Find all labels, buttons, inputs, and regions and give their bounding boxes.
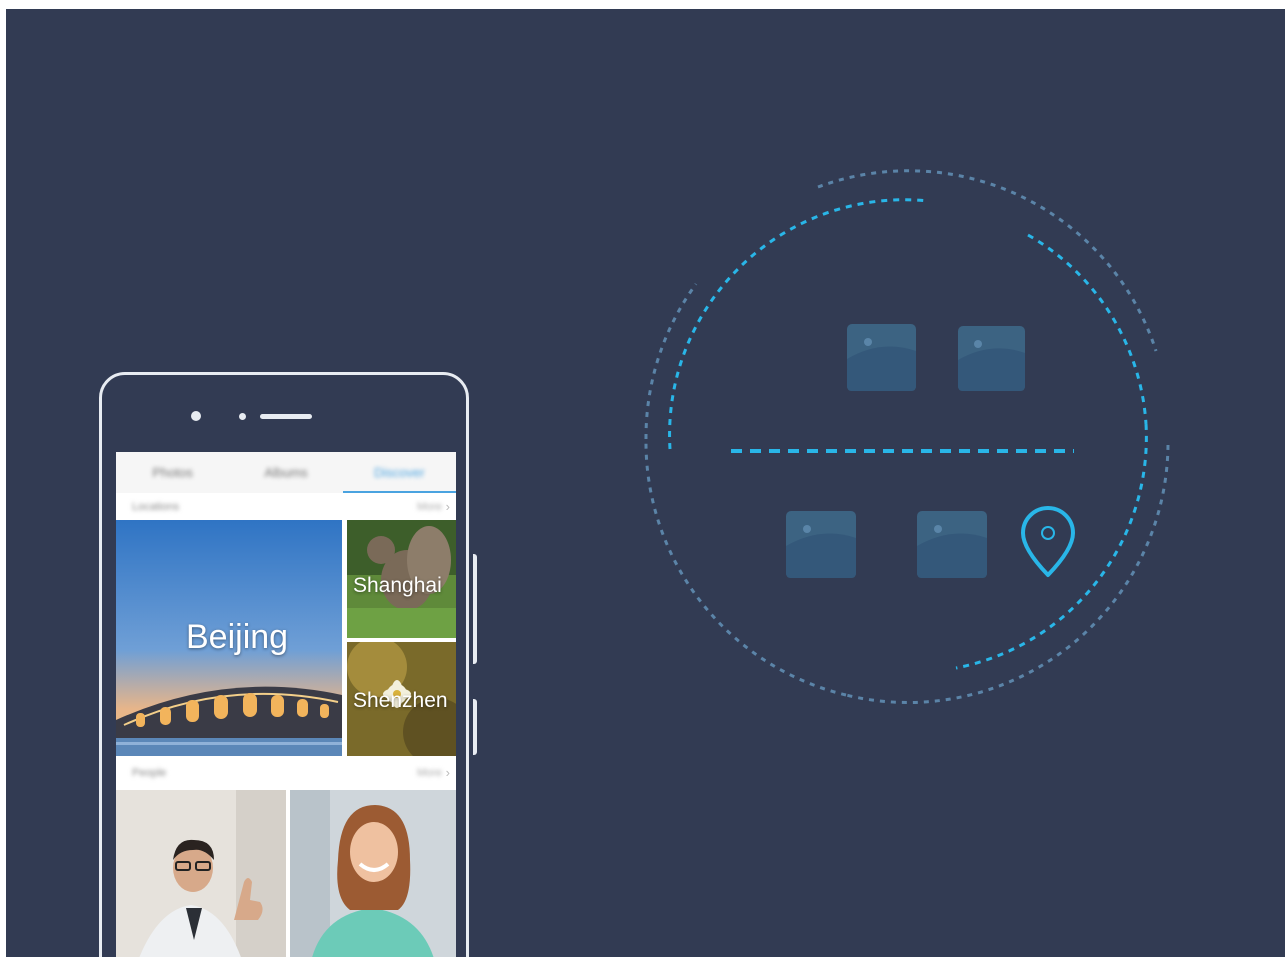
- location-grouping-illustration: [644, 169, 1170, 704]
- location-pin-icon: [1021, 506, 1075, 577]
- outer-dashed-ring: [644, 169, 1170, 704]
- photo-icon: [786, 511, 856, 578]
- photo-icon: [958, 326, 1025, 391]
- inner-dashed-ring: [668, 198, 1148, 670]
- photo-icon: [847, 324, 916, 391]
- background-canvas: Photos Albums Discover Locations More ›: [6, 9, 1285, 957]
- photo-icon: [917, 511, 987, 578]
